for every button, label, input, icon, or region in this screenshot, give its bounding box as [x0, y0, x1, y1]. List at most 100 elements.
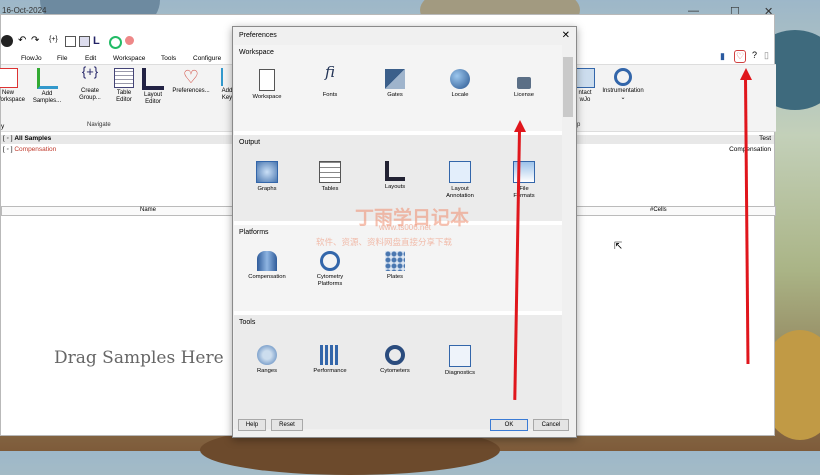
pref-cytometers[interactable]: Cytometers	[368, 345, 422, 375]
preferences-button[interactable]: ♡ Preferences...	[170, 68, 212, 95]
pref-fonts[interactable]: fi Fonts	[303, 63, 357, 99]
preferences-dialog: Preferences ✕ Workspace Workspace fi Fon…	[232, 26, 577, 438]
lock-icon	[517, 77, 531, 89]
create-group-icon: {+}	[81, 64, 99, 79]
add-samples-button[interactable]: Add Samples...	[29, 68, 65, 105]
layout-editor-button[interactable]: Layout Editor	[140, 68, 166, 106]
pref-file-formats[interactable]: File Formats	[497, 161, 551, 200]
settings-icon[interactable]	[125, 36, 134, 45]
layout-annotation-icon	[449, 161, 471, 183]
compensation-label: Compensation	[14, 146, 57, 153]
redo-icon[interactable]: ↷	[31, 35, 39, 46]
pref-workspace[interactable]: Workspace	[240, 69, 294, 101]
pref-cytometry-platforms[interactable]: Cytometry Platforms	[303, 251, 357, 288]
all-samples-label: All Samples	[14, 135, 52, 142]
menu-file[interactable]: File	[57, 55, 67, 62]
section-title: Workspace	[239, 49, 274, 56]
ok-button[interactable]: OK	[490, 419, 528, 431]
graphs-icon	[256, 161, 278, 183]
navigate-group-label: Navigate	[87, 122, 111, 128]
drag-samples-placeholder: Drag Samples Here	[54, 348, 224, 368]
pref-locale[interactable]: Locale	[433, 69, 487, 99]
compensation-value: Compensation	[729, 146, 771, 153]
dialog-close-button[interactable]: ✕	[562, 30, 570, 41]
table-icon[interactable]	[65, 36, 76, 47]
undo-icon[interactable]: ↶	[18, 35, 26, 46]
workspace-doc-icon	[259, 69, 275, 91]
document-icon[interactable]: ▯	[764, 50, 769, 61]
layouts-icon	[385, 161, 405, 181]
cells-column-header[interactable]: #Cells	[650, 207, 667, 213]
menu-flowjo[interactable]: FlowJo	[21, 55, 42, 62]
gates-icon	[385, 69, 405, 89]
pref-tables[interactable]: Tables	[303, 161, 357, 193]
pref-ranges[interactable]: Ranges	[240, 345, 294, 375]
layout-editor-icon	[142, 68, 164, 90]
cytometers-gauge-icon	[385, 345, 405, 365]
pref-license[interactable]: License	[497, 69, 551, 99]
new-workspace-button[interactable]: New Workspace	[0, 68, 25, 104]
menu-tools[interactable]: Tools	[161, 55, 176, 62]
test-column-header: Test	[759, 135, 771, 142]
menu-workspace[interactable]: Workspace	[113, 55, 145, 62]
pref-layouts[interactable]: Layouts	[368, 161, 422, 191]
section-title: Platforms	[239, 229, 269, 236]
pref-layout-annotation[interactable]: Layout Annotation	[433, 161, 487, 200]
name-column-header[interactable]: Name	[140, 207, 156, 213]
preferences-heart-icon: ♡	[182, 67, 200, 87]
right-group-label: p	[577, 122, 581, 128]
compensation-icon	[257, 251, 277, 271]
reset-button[interactable]: Reset	[271, 419, 303, 431]
pref-compensation[interactable]: Compensation	[240, 251, 294, 281]
target-icon[interactable]	[109, 36, 122, 49]
group-bracket-icon: [ ◦ ]	[3, 135, 13, 142]
fonts-icon: fi	[324, 63, 335, 81]
menu-configure[interactable]: Configure	[193, 55, 221, 62]
heart-icon[interactable]: ♡	[734, 50, 747, 63]
performance-bars-icon	[320, 345, 340, 365]
table-editor-button[interactable]: Table Editor	[111, 68, 137, 104]
contact-icon	[575, 68, 595, 88]
watermark-url: www.ts006.net	[379, 223, 432, 232]
dialog-scrollbar[interactable]	[563, 45, 573, 429]
layout-icon[interactable]	[79, 36, 90, 47]
scrollbar-thumb[interactable]	[563, 57, 573, 117]
instrumentation-button[interactable]: Instrumentation ⌄	[599, 68, 647, 102]
diagnostics-icon	[449, 345, 471, 367]
quick-access-toolbar: ↶ ↷ {+} L	[1, 33, 161, 51]
group-bracket-icon: [ ◦ ]	[3, 146, 13, 153]
mouse-cursor-icon: ⇱	[614, 241, 623, 252]
pref-gates[interactable]: Gates	[368, 69, 422, 99]
annotation-arrowhead-right	[740, 68, 752, 80]
new-workspace-icon	[0, 68, 18, 88]
chart-l-icon[interactable]: L	[93, 35, 100, 47]
table-editor-icon	[114, 68, 134, 88]
annotation-arrowhead-left	[514, 120, 526, 132]
cancel-button[interactable]: Cancel	[533, 419, 569, 431]
pref-graphs[interactable]: Graphs	[240, 161, 294, 193]
instrumentation-icon	[614, 68, 632, 86]
bookmark-icon[interactable]: ▮	[720, 51, 725, 62]
pref-diagnostics[interactable]: Diagnostics	[433, 345, 487, 377]
ranges-icon	[257, 345, 277, 365]
cytometry-platforms-icon	[320, 251, 340, 271]
watermark-subtitle: 软件、资源、资料网盘直接分享下载	[316, 237, 453, 247]
help-button[interactable]: Help	[238, 419, 266, 431]
help-icon[interactable]: ?	[752, 50, 757, 60]
contact-flowjo-button[interactable]: ntact wJo	[575, 68, 595, 104]
dialog-title: Preferences	[239, 32, 277, 39]
plates-icon	[385, 251, 405, 271]
tree-header-marker: y	[1, 123, 5, 130]
pref-plates[interactable]: Plates	[368, 251, 422, 281]
globe-icon	[450, 69, 470, 89]
group-icon[interactable]: {+}	[49, 36, 58, 43]
section-title: Tools	[239, 319, 256, 326]
create-group-button[interactable]: {+} Create Group...	[77, 64, 103, 102]
section-title: Output	[239, 139, 261, 146]
menu-edit[interactable]: Edit	[85, 55, 96, 62]
tables-icon	[319, 161, 341, 183]
flowjo-logo-icon	[1, 35, 13, 47]
section-workspace: Workspace Workspace fi Fonts Gates Local…	[234, 45, 562, 131]
pref-performance[interactable]: Performance	[303, 345, 357, 375]
add-samples-icon	[36, 68, 58, 89]
